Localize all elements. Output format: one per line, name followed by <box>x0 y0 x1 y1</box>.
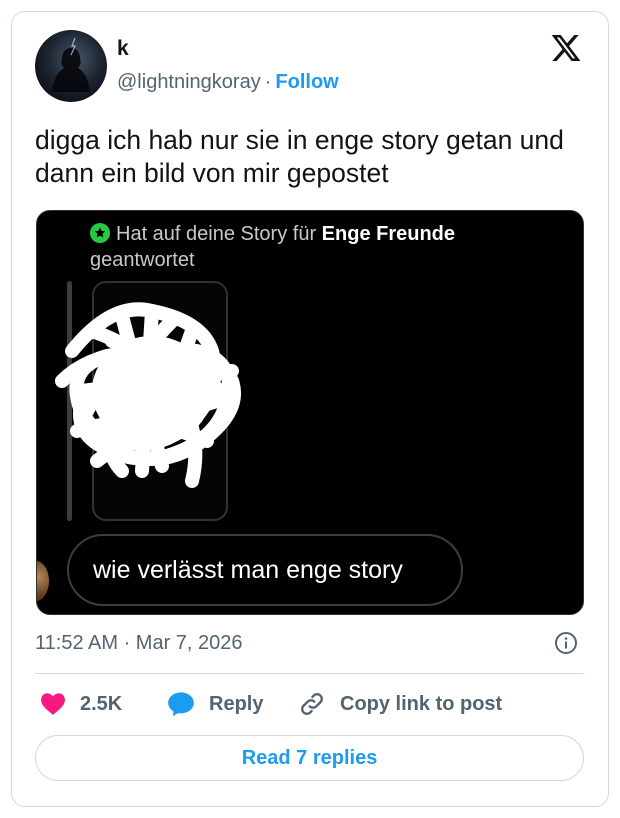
x-logo-icon[interactable] <box>549 32 583 64</box>
handle[interactable]: @lightningkoray <box>117 71 261 93</box>
scribble-redaction <box>55 302 241 488</box>
handle-row: @lightningkoray · Follow <box>117 70 339 94</box>
reply-meta-bold: Enge Freunde <box>321 223 456 245</box>
reply-label: Reply <box>209 692 264 715</box>
timestamp[interactable]: 11:52 AM · Mar 7, 2026 <box>35 631 243 655</box>
tweet-text: digga ich hab nur sie in enge story geta… <box>35 125 564 188</box>
likes-count: 2.5K <box>80 692 123 715</box>
avatar[interactable] <box>35 30 107 102</box>
copy-link-label: Copy link to post <box>340 692 503 715</box>
heart-icon <box>41 693 65 715</box>
message-bubble: wie verlässt man enge story <box>67 534 463 606</box>
reply-button[interactable]: Reply <box>167 690 263 718</box>
read-replies-button[interactable]: Read 7 replies <box>35 735 584 781</box>
sender-avatar <box>37 561 49 601</box>
display-name[interactable]: k <box>117 38 129 60</box>
reply-meta-prefix: Hat auf deine Story für <box>116 223 322 245</box>
divider <box>35 673 583 674</box>
star-icon <box>90 223 110 243</box>
follow-button[interactable]: Follow <box>275 71 338 93</box>
media-screenshot[interactable]: Hat auf deine Story für Enge Freunde gea… <box>36 210 584 615</box>
like-button[interactable]: 2.5K <box>40 690 122 718</box>
story-reply-meta: Hat auf deine Story für Enge Freunde gea… <box>90 221 490 273</box>
copy-link-button[interactable]: Copy link to post <box>298 690 502 718</box>
link-icon <box>301 693 323 715</box>
speech-bubble-icon <box>168 692 194 717</box>
separator-dot: · <box>264 71 272 93</box>
reply-meta-suffix: geantwortet <box>90 249 195 271</box>
info-icon[interactable] <box>554 631 578 655</box>
